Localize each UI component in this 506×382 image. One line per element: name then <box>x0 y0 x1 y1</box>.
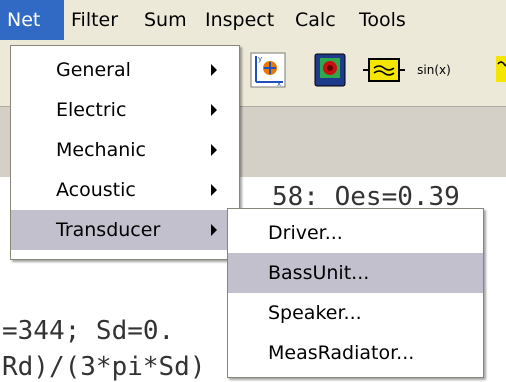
svg-text:y: y <box>258 55 262 63</box>
filter-block-icon <box>363 58 405 82</box>
transducer-measradiator[interactable]: MeasRadiator... <box>228 333 483 373</box>
menu-sum[interactable]: Sum <box>137 0 198 40</box>
net-menu-electric-label: Electric <box>56 99 127 121</box>
net-menu-electric[interactable]: Electric <box>11 90 239 130</box>
speaker-icon <box>314 53 346 87</box>
submenu-arrow-icon <box>211 104 217 116</box>
speaker-button[interactable] <box>310 50 350 90</box>
sin-function-button[interactable]: sin(x) <box>410 50 458 90</box>
menu-tools[interactable]: Tools <box>352 0 432 40</box>
net-menu-acoustic-label: Acoustic <box>56 179 136 201</box>
net-menu-general[interactable]: General <box>11 50 239 90</box>
submenu-arrow-icon <box>211 144 217 156</box>
menu-net[interactable]: Net <box>0 0 64 40</box>
generator-icon <box>496 56 506 82</box>
svg-text:x: x <box>277 80 281 88</box>
menu-inspect[interactable]: Inspect <box>198 0 288 40</box>
transducer-submenu: Driver... BassUnit... Speaker... MeasRad… <box>227 208 484 378</box>
submenu-arrow-icon <box>211 64 217 76</box>
menu-filter[interactable]: Filter <box>64 0 137 40</box>
transducer-driver[interactable]: Driver... <box>228 213 483 253</box>
filter-block-button[interactable] <box>362 50 406 90</box>
transducer-bassunit[interactable]: BassUnit... <box>228 253 483 293</box>
net-menu-mechanic-label: Mechanic <box>56 139 146 161</box>
menu-bar: Net Filter Sum Inspect Calc Tools <box>0 0 506 40</box>
submenu-arrow-icon <box>211 184 217 196</box>
transducer-measradiator-label: MeasRadiator... <box>268 342 415 364</box>
transducer-bassunit-label: BassUnit... <box>268 262 370 284</box>
transducer-driver-label: Driver... <box>268 222 343 244</box>
submenu-arrow-icon <box>211 224 217 236</box>
generator-button[interactable] <box>496 50 506 90</box>
plot-axes-icon: y x <box>250 52 286 88</box>
code-line-3: Rd)/(3*pi*Sd) <box>2 352 206 382</box>
menu-calc[interactable]: Calc <box>288 0 352 40</box>
transducer-speaker-label: Speaker... <box>268 302 362 324</box>
plot-axes-button[interactable]: y x <box>248 50 288 90</box>
net-menu-transducer-label: Transducer <box>56 219 161 241</box>
net-menu: General Electric Mechanic Acoustic Trans… <box>10 45 240 260</box>
net-menu-transducer[interactable]: Transducer <box>11 210 239 250</box>
net-menu-general-label: General <box>56 59 131 81</box>
net-menu-acoustic[interactable]: Acoustic <box>11 170 239 210</box>
code-line-2: =344; Sd=0. <box>2 316 175 346</box>
net-menu-mechanic[interactable]: Mechanic <box>11 130 239 170</box>
sin-function-label: sin(x) <box>417 63 451 77</box>
transducer-speaker[interactable]: Speaker... <box>228 293 483 333</box>
